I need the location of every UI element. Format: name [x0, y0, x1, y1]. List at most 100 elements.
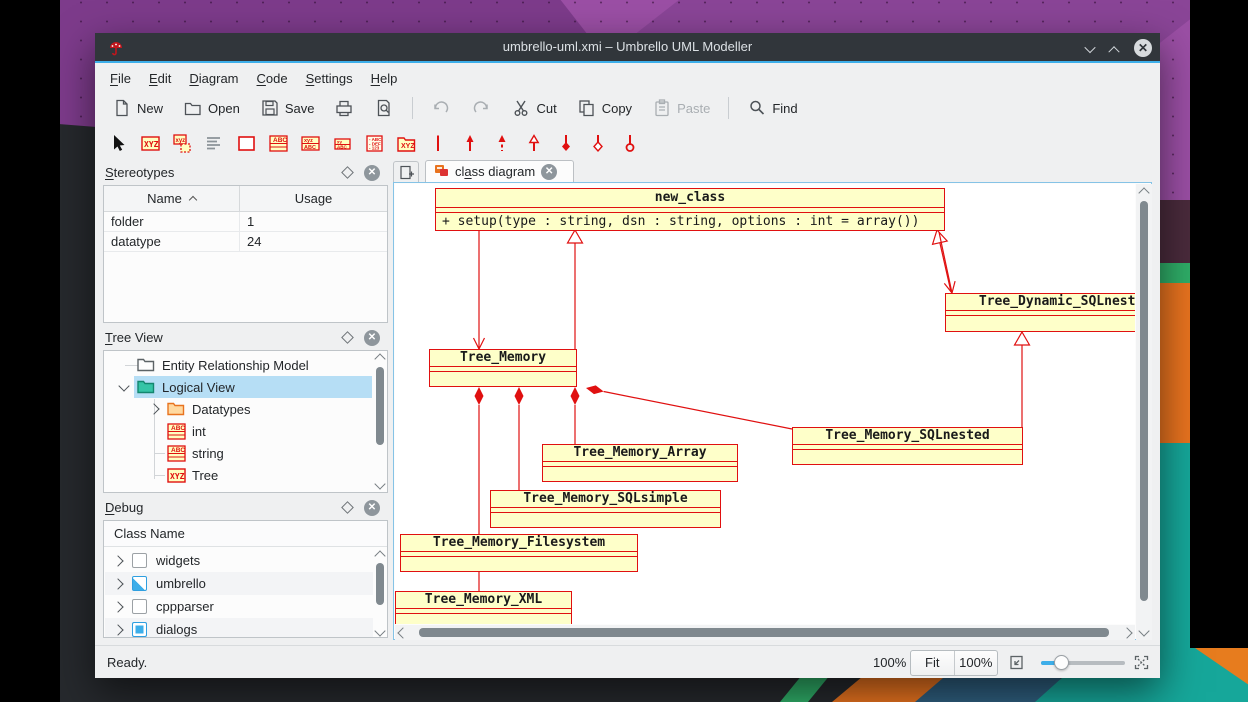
menu-file[interactable]: File	[101, 71, 140, 86]
diagram-canvas[interactable]: new_class+ setup(type : string, dsn : st…	[395, 184, 1135, 624]
minimize-button[interactable]	[1086, 40, 1102, 56]
debug-item-cppparser[interactable]: cppparser	[156, 595, 214, 618]
debug-item-widgets[interactable]: widgets	[156, 549, 200, 572]
expander-closed-icon[interactable]	[112, 601, 123, 612]
debug-panel-header[interactable]: Debug ✕	[103, 496, 388, 519]
tree-item-datatypes[interactable]: Datatypes	[192, 398, 251, 420]
tree-item-logical-view[interactable]: Logical View	[162, 376, 235, 398]
tree-item-entity-relationship-model[interactable]: Entity Relationship Model	[162, 354, 309, 376]
canvas-hscrollbar[interactable]	[395, 625, 1135, 640]
tool-class-abc[interactable]: ABC	[265, 131, 290, 156]
tool-dependency-arrow[interactable]	[489, 131, 514, 156]
tool-class-two-row[interactable]: xyzABC	[297, 131, 322, 156]
close-tab-icon[interactable]: ✕	[541, 164, 557, 180]
close-button[interactable]: ✕	[1134, 39, 1152, 57]
stereotype-row[interactable]: datatype 24	[104, 232, 387, 252]
fit-button[interactable]: Fit	[911, 651, 955, 675]
uml-class-Tree_Memory_Filesystem[interactable]: Tree_Memory_Filesystem	[400, 534, 638, 572]
column-usage[interactable]: Usage	[240, 186, 387, 211]
tab-class-diagram[interactable]: class diagram ✕	[425, 160, 574, 182]
tool-align-lines[interactable]	[201, 131, 226, 156]
tool-containment-circle[interactable]	[617, 131, 642, 156]
uml-class-new_class[interactable]: new_class+ setup(type : string, dsn : st…	[435, 188, 945, 231]
zoom-100-button[interactable]: 100%	[955, 651, 998, 675]
maximize-button[interactable]	[1110, 40, 1126, 56]
tool-class-xyz[interactable]: XYZ	[137, 131, 162, 156]
uml-class-Tree_Dynamic_SQLnested[interactable]: Tree_Dynamic_SQLnested	[945, 293, 1135, 332]
save-button[interactable]: Save	[251, 94, 324, 122]
cut-button[interactable]: Cut	[502, 94, 565, 122]
float-panel-icon[interactable]	[341, 331, 354, 344]
tool-enum-list[interactable]: - ABC- DEF- 123	[361, 131, 386, 156]
tool-assoc-line[interactable]	[425, 131, 450, 156]
paste-button[interactable]: Paste	[643, 94, 719, 122]
expander-open-icon[interactable]	[118, 380, 129, 391]
new-tab-button[interactable]	[393, 161, 419, 182]
open-button[interactable]: Open	[174, 94, 249, 122]
float-panel-icon[interactable]	[341, 501, 354, 514]
tool-package-xyz[interactable]: XYZ	[393, 131, 418, 156]
uml-class-Tree_Memory_SQLnested[interactable]: Tree_Memory_SQLnested	[792, 427, 1023, 465]
stereotypes-table-header[interactable]: Name Usage	[104, 186, 387, 212]
menu-edit[interactable]: Edit	[140, 71, 180, 86]
fit-page-icon[interactable]	[1008, 654, 1025, 674]
undo-button[interactable]	[422, 94, 460, 122]
float-panel-icon[interactable]	[341, 166, 354, 179]
tool-uniassoc-arrow[interactable]	[457, 131, 482, 156]
stereotype-usage: 24	[240, 232, 387, 251]
debug-scrollbar[interactable]	[373, 548, 387, 638]
debug-column-header[interactable]: Class Name	[104, 521, 387, 547]
find-button[interactable]: Find	[738, 94, 806, 122]
stereotype-row[interactable]: folder 1	[104, 212, 387, 232]
expander-closed-icon[interactable]	[112, 555, 123, 566]
tool-pointer[interactable]	[105, 131, 130, 156]
checkbox-none[interactable]	[132, 599, 147, 614]
canvas-vscrollbar[interactable]	[1136, 184, 1152, 640]
tree-view-scrollbar[interactable]	[373, 351, 387, 492]
tool-composition-diamond[interactable]	[553, 131, 578, 156]
tool-class-small[interactable]: xyABC	[329, 131, 354, 156]
uml-class-Tree_Memory_Array[interactable]: Tree_Memory_Array	[542, 444, 738, 482]
close-panel-icon[interactable]: ✕	[364, 330, 380, 346]
menubar: FileEditDiagramCodeSettingsHelp	[101, 65, 406, 91]
zoom-slider-handle[interactable]	[1054, 655, 1069, 670]
uml-class-Tree_Memory[interactable]: Tree_Memory	[429, 349, 577, 387]
new-button[interactable]: New	[103, 94, 172, 122]
checkbox-partial[interactable]	[132, 576, 147, 591]
menu-settings[interactable]: Settings	[297, 71, 362, 86]
stereotype-name: datatype	[104, 232, 240, 251]
tool-box-empty[interactable]	[233, 131, 258, 156]
menu-diagram[interactable]: Diagram	[180, 71, 247, 86]
uml-class-Tree_Memory_SQLsimple[interactable]: Tree_Memory_SQLsimple	[490, 490, 721, 528]
uml-class-Tree_Memory_XML[interactable]: Tree_Memory_XML	[395, 591, 572, 624]
tool-generalization-arrow[interactable]	[521, 131, 546, 156]
debug-item-dialogs[interactable]: dialogs	[156, 618, 197, 638]
copy-button[interactable]: Copy	[568, 94, 641, 122]
redo-button[interactable]	[462, 94, 500, 122]
class-diagram-icon	[434, 163, 449, 181]
expander-closed-icon[interactable]	[148, 403, 159, 414]
close-panel-icon[interactable]: ✕	[364, 165, 380, 181]
titlebar[interactable]: umbrello-uml.xmi – Umbrello UML Modeller…	[95, 33, 1160, 63]
tree-item-int[interactable]: int	[192, 420, 206, 442]
print-button[interactable]	[325, 94, 363, 122]
toolbar-separator	[728, 97, 729, 119]
stereotypes-panel-header[interactable]: Stereotypes ✕	[103, 161, 388, 184]
menu-code[interactable]: Code	[248, 71, 297, 86]
debug-item-umbrello[interactable]: umbrello	[156, 572, 206, 595]
tree-view-panel-header[interactable]: Tree View ✕	[103, 326, 388, 349]
tool-aggregation-diamond[interactable]	[585, 131, 610, 156]
tool-object-instance[interactable]: xyz	[169, 131, 194, 156]
save-icon	[260, 98, 280, 118]
tree-item-tree[interactable]: Tree	[192, 464, 218, 486]
tree-item-string[interactable]: string	[192, 442, 224, 464]
checkbox-none[interactable]	[132, 553, 147, 568]
checkbox-full[interactable]	[132, 622, 147, 637]
print-preview-button[interactable]	[365, 94, 403, 122]
expand-view-icon[interactable]	[1133, 654, 1150, 674]
menu-help[interactable]: Help	[362, 71, 407, 86]
close-panel-icon[interactable]: ✕	[364, 500, 380, 516]
column-name[interactable]: Name	[104, 186, 240, 211]
zoom-slider[interactable]	[1041, 661, 1125, 665]
svg-text:ABC: ABC	[273, 137, 287, 144]
